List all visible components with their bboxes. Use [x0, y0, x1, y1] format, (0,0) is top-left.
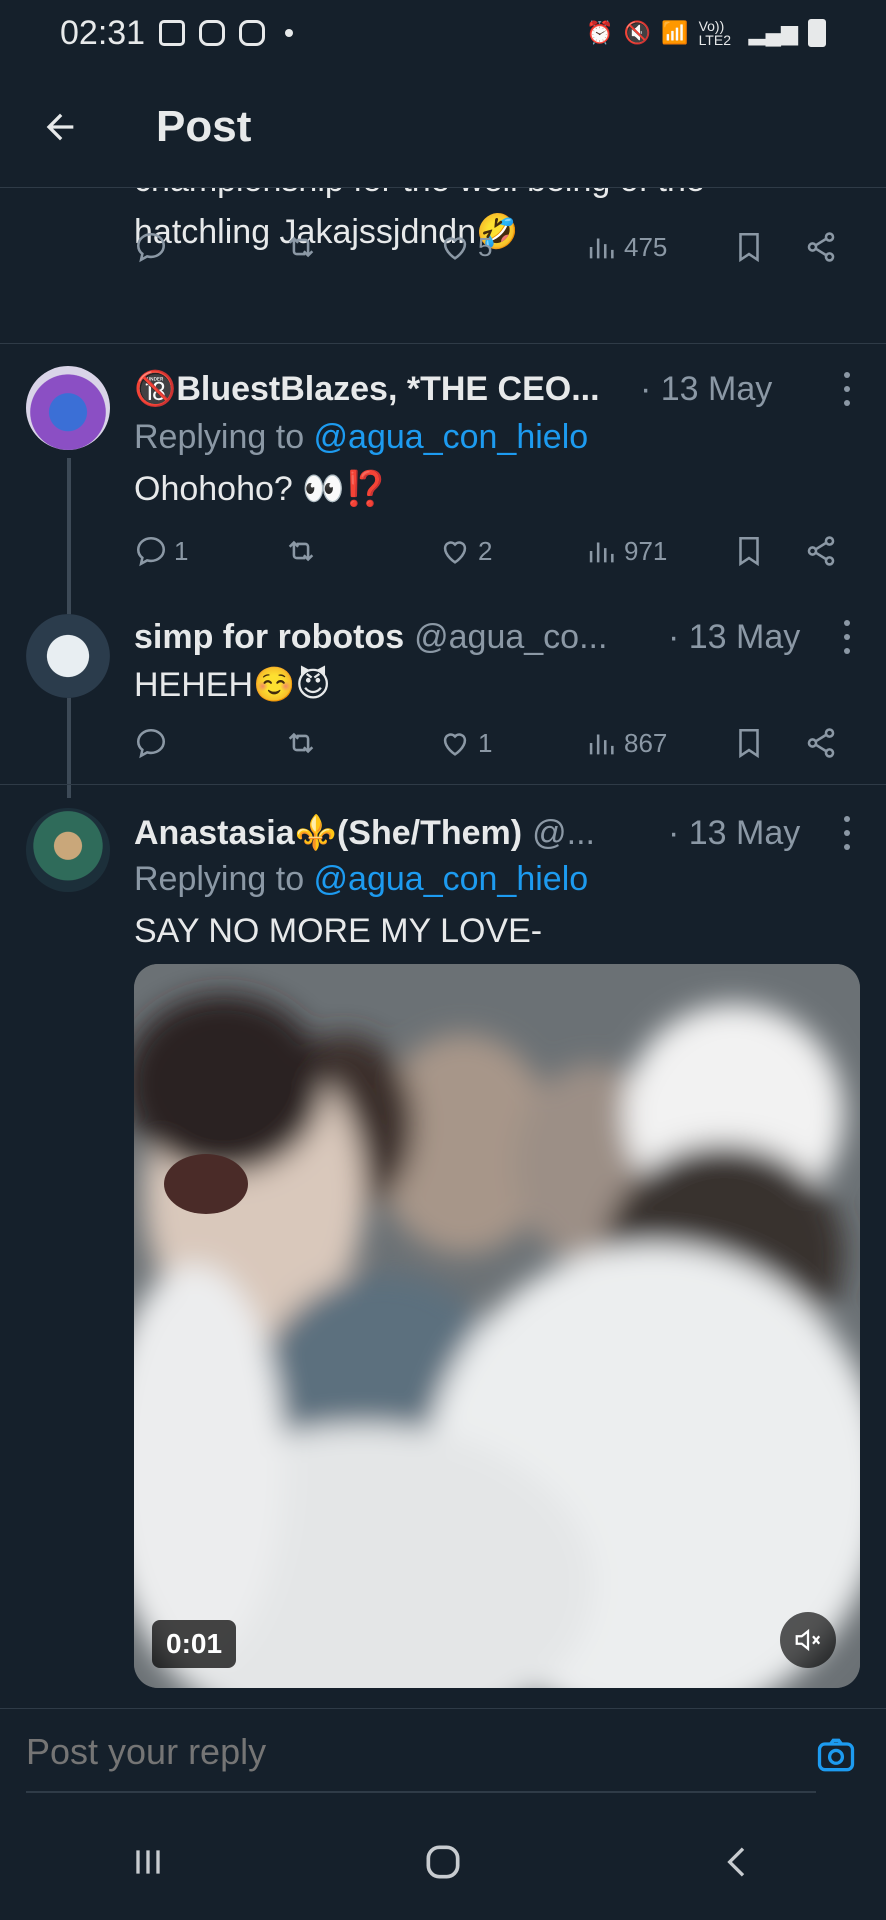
like-count: 2 — [478, 535, 493, 566]
divider — [0, 784, 886, 785]
view-count: 971 — [624, 535, 668, 566]
reply-bar — [0, 1708, 886, 1804]
page-title: Post — [156, 101, 252, 151]
replying-to: Replying to @agua_con_hielo — [134, 412, 588, 462]
more-options-icon[interactable] — [842, 816, 852, 850]
like-count: 1 — [478, 727, 493, 758]
tweet-text: HEHEH☺️😈 — [134, 666, 331, 704]
back-arrow-icon[interactable] — [30, 97, 90, 157]
tweet-actions: 5 475 — [134, 222, 854, 272]
instagram-icon — [199, 20, 226, 46]
mute-icon: 🔇 — [623, 20, 652, 45]
signal-icon: ▂▄▆ — [748, 20, 798, 45]
view-count: 867 — [624, 727, 668, 758]
reply-button[interactable]: 1 — [134, 534, 188, 568]
chevron-left-icon — [727, 1847, 745, 1877]
video-timestamp: 0:01 — [152, 1620, 237, 1668]
more-options-icon[interactable] — [842, 372, 852, 406]
network-label: Vo)) LTE2 — [698, 18, 731, 48]
view-count: 475 — [624, 231, 668, 262]
system-back-button[interactable] — [698, 1822, 778, 1902]
battery-icon — [808, 19, 826, 47]
timestamp[interactable]: · 13 May — [640, 364, 772, 414]
views-button[interactable]: 867 — [584, 726, 667, 760]
timestamp[interactable]: · 13 May — [668, 612, 800, 662]
alarm-icon: ⏰ — [586, 20, 614, 45]
share-button[interactable] — [804, 534, 838, 568]
share-button[interactable] — [804, 726, 838, 760]
tweet-header: Anastasia⚜️(She/Them) @... — [134, 808, 595, 858]
home-icon — [426, 1845, 460, 1879]
mute-button[interactable] — [780, 1612, 836, 1668]
like-button[interactable]: 1 — [438, 726, 492, 760]
bookmark-button[interactable] — [732, 726, 766, 760]
home-button[interactable] — [403, 1822, 483, 1902]
recent-apps-button[interactable] — [108, 1822, 188, 1902]
replying-prefix: Replying to — [134, 860, 314, 898]
avatar[interactable] — [26, 366, 110, 450]
like-button[interactable]: 5 — [438, 230, 492, 264]
tweet-header: simp for robotos @agua_co... — [134, 612, 607, 662]
replying-to: Replying to @agua_con_hielo — [134, 854, 588, 904]
replying-handle-link[interactable]: @agua_con_hielo — [314, 418, 589, 456]
gallery-icon — [159, 20, 186, 46]
wifi-icon: 📶 — [661, 20, 689, 45]
more-options-icon[interactable] — [842, 620, 852, 654]
handle[interactable]: @agua_co... — [414, 618, 607, 657]
like-button[interactable]: 2 — [438, 534, 492, 568]
tweet-text-line: championship for the well being of the — [134, 188, 814, 206]
handle[interactable]: @... — [532, 814, 595, 853]
header: Post — [0, 66, 886, 188]
bookmark-button[interactable] — [732, 230, 766, 264]
display-name[interactable]: 🔞BluestBlazes, *THE CEO... — [134, 369, 600, 409]
bookmark-button[interactable] — [732, 534, 766, 568]
notification-dot-icon — [285, 29, 294, 37]
tweet-header: 🔞BluestBlazes, *THE CEO... — [134, 364, 600, 414]
replying-prefix: Replying to — [134, 418, 314, 456]
reply-button[interactable] — [134, 230, 174, 264]
status-bar: 02:31 ⏰ 🔇 📶 Vo)) LTE2 ▂▄▆ — [0, 0, 886, 66]
tweet-actions: 1 867 — [134, 718, 854, 768]
views-button[interactable]: 475 — [584, 230, 667, 264]
display-name[interactable]: Anastasia⚜️(She/Them) — [134, 813, 522, 853]
reply-button[interactable] — [134, 726, 168, 760]
share-button[interactable] — [804, 230, 838, 264]
tweet-text: Ohohoho? 👀⁉️ — [134, 470, 387, 508]
camera-icon[interactable] — [814, 1733, 858, 1777]
timestamp[interactable]: · 13 May — [668, 808, 800, 858]
reply-count: 1 — [174, 535, 189, 566]
video-player[interactable]: 0:01 — [134, 964, 860, 1688]
clock: 02:31 — [60, 13, 146, 52]
avatar[interactable] — [26, 614, 110, 698]
video-frame — [134, 964, 860, 1688]
tweet-actions: 1 2 971 — [134, 526, 854, 576]
divider — [0, 343, 886, 344]
avatar[interactable] — [26, 808, 110, 892]
views-button[interactable]: 971 — [584, 534, 667, 568]
system-nav-bar — [0, 1804, 886, 1920]
repost-button[interactable] — [284, 230, 318, 264]
like-count: 5 — [478, 231, 493, 262]
volume-muted-icon — [795, 1628, 821, 1652]
display-name[interactable]: simp for robotos — [134, 618, 404, 657]
repost-button[interactable] — [284, 534, 318, 568]
tweet-text: SAY NO MORE MY LOVE- — [134, 912, 543, 950]
reply-input[interactable] — [26, 1731, 816, 1793]
recents-icon — [135, 1850, 160, 1874]
thread-content: championship for the well being of the h… — [0, 188, 886, 1708]
play-icon — [239, 20, 266, 46]
repost-button[interactable] — [284, 726, 318, 760]
replying-handle-link[interactable]: @agua_con_hielo — [314, 860, 589, 898]
